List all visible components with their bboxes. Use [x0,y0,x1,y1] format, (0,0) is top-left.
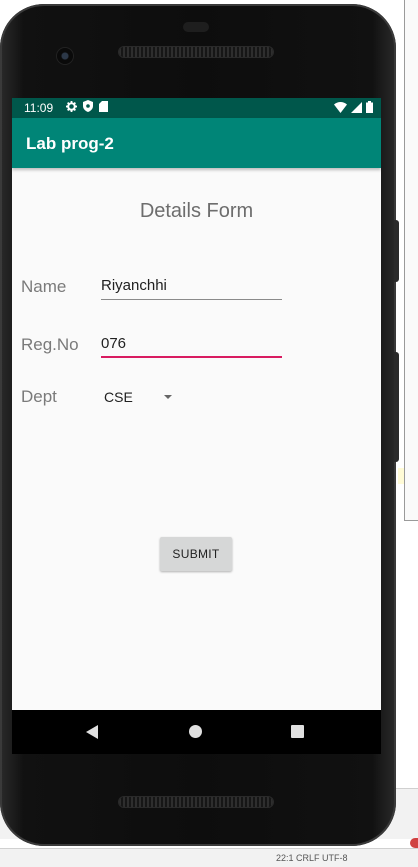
status-time: 11:09 [24,101,54,115]
submit-button[interactable]: SUBMIT [160,537,232,571]
volume-button[interactable] [394,352,399,462]
ide-notification-icon[interactable] [410,838,418,848]
earpiece [183,22,209,32]
name-label: Name [21,277,67,296]
sd-card-icon [99,100,108,112]
shield-icon [83,100,93,112]
ide-highlight [398,468,404,484]
front-camera-icon [57,48,73,64]
form-title: Details Form [139,200,254,222]
name-value: Riyanchhi [101,277,167,294]
navigation-bar [12,710,381,754]
app-title: Lab prog-2 [26,134,114,153]
gear-icon [66,100,77,112]
wifi-icon [334,101,347,113]
app-bar: Lab prog-2 [12,118,381,168]
bottom-speaker-grille [119,797,273,807]
regno-value: 076 [101,335,127,352]
back-icon[interactable] [86,725,98,739]
dept-spinner[interactable]: CSE [104,386,184,408]
name-field[interactable]: Riyanchhi [101,274,282,300]
power-button[interactable] [394,220,399,282]
regno-underline [101,356,282,358]
dept-selected-value: CSE [104,389,133,405]
battery-icon [366,101,373,113]
signal-icon [351,101,362,113]
recents-icon[interactable] [291,725,304,738]
regno-field[interactable]: 076 [101,332,282,358]
ide-status-text: 22:1 CRLF UTF-8 [276,853,348,863]
name-underline [101,299,282,300]
dropdown-arrow-icon [164,395,172,399]
status-bar: 11:09 [12,98,381,118]
device-screen: 11:09 Lab prog-2 Details Form Name Riyan… [12,98,381,710]
ide-status-bar: 22:1 CRLF UTF-8 [0,848,418,867]
dept-label: Dept [21,387,57,406]
ide-editor-panel [404,0,418,521]
top-speaker-grille [119,47,273,57]
home-icon[interactable] [189,725,202,738]
regno-label: Reg.No [21,335,79,354]
